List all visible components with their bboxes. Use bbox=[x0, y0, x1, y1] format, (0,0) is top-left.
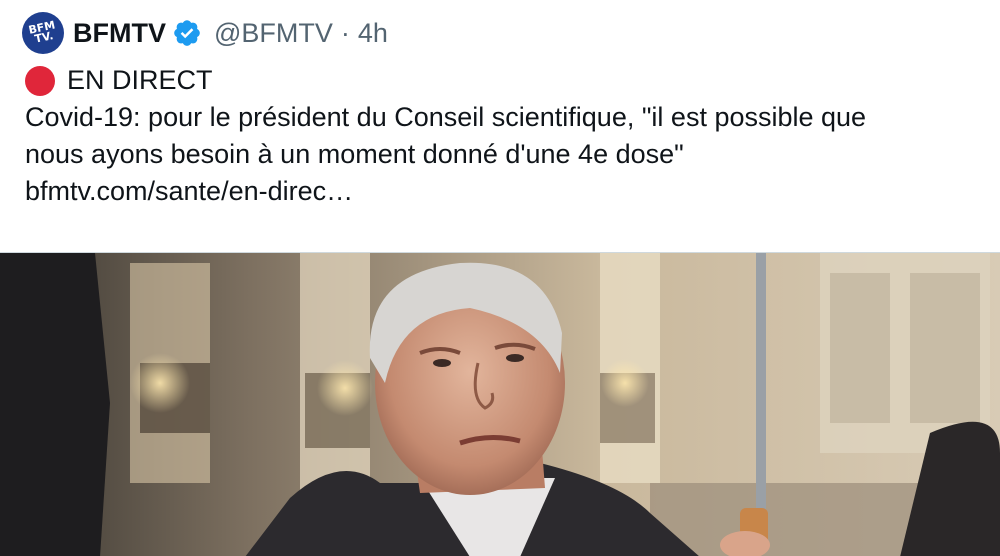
avatar-logo-text: BFM TV. bbox=[27, 18, 57, 46]
verified-badge-icon bbox=[172, 18, 202, 48]
display-name[interactable]: BFMTV bbox=[73, 18, 166, 49]
tweet-text: EN DIRECT Covid-19: pour le président du… bbox=[25, 62, 985, 210]
live-label: EN DIRECT bbox=[67, 65, 213, 95]
tweet-link[interactable]: bfmtv.com/sante/en-direc… bbox=[25, 173, 985, 210]
tweet-header: BFM TV. BFMTV @BFMTV · 4h bbox=[22, 12, 388, 54]
tweet-media-photo[interactable] bbox=[0, 252, 1000, 556]
timestamp[interactable]: 4h bbox=[358, 18, 388, 49]
user-handle[interactable]: @BFMTV bbox=[214, 18, 333, 49]
separator-dot: · bbox=[340, 17, 350, 48]
red-circle-icon bbox=[25, 65, 55, 96]
tweet-text-line-2: nous ayons besoin à un moment donné d'un… bbox=[25, 139, 684, 169]
tweet-card[interactable]: BFM TV. BFMTV @BFMTV · 4h EN DIRECT Covi… bbox=[0, 0, 1000, 556]
photo-illustration bbox=[0, 253, 1000, 556]
tweet-text-line-1: Covid-19: pour le président du Conseil s… bbox=[25, 102, 867, 132]
avatar[interactable]: BFM TV. bbox=[22, 12, 64, 54]
live-line: EN DIRECT bbox=[25, 62, 985, 99]
